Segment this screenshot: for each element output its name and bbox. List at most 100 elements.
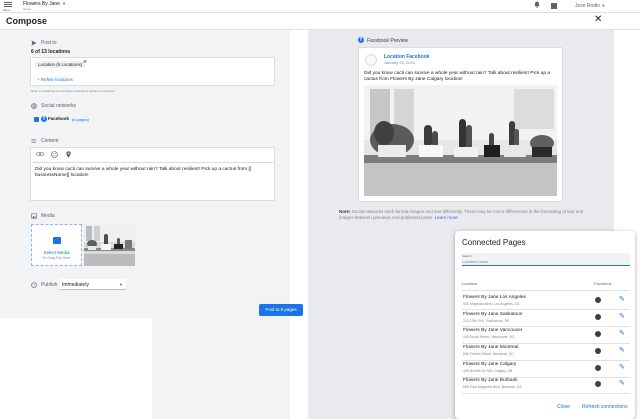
compose-header: Compose ✕ — [0, 13, 640, 30]
page-avatar — [365, 54, 377, 66]
preview-post-date: January 20, 2021 — [384, 60, 415, 65]
facebook-checkbox[interactable] — [34, 117, 39, 130]
row-location-name: Flowers By Jane Montreal — [463, 345, 519, 350]
facebook-status-icon — [595, 314, 601, 320]
menu-label: Menu — [3, 8, 11, 12]
facebook-status-icon — [595, 331, 601, 337]
post-to-label: Post to — [41, 40, 57, 46]
link-icon[interactable] — [36, 151, 44, 159]
row-location-address: 565 East Magnolia Blvd, Burbank, CA — [463, 385, 522, 389]
content-editor[interactable]: Did you know cacti can survive a whole y… — [30, 147, 275, 201]
edit-pencil-icon[interactable]: ✎ — [619, 347, 625, 354]
publish-timing-value: Immediately — [62, 282, 89, 288]
media-label: Media — [41, 213, 55, 219]
row-location-name: Flowers By Jane Los Angeles — [463, 295, 526, 300]
header-divider — [462, 290, 630, 291]
post-button[interactable]: Post to 6 pages — [259, 304, 303, 316]
row-location-address: 425 Norfolk Dr NW, Calgary, AB — [463, 369, 513, 373]
media-thumbnail[interactable] — [84, 224, 135, 266]
bell-icon[interactable] — [534, 1, 540, 10]
refine-locations-link[interactable]: + Refine locations — [37, 77, 73, 82]
facebook-pages-count-link[interactable]: (6 pages) — [72, 117, 89, 122]
facebook-icon: f — [358, 37, 364, 43]
edit-pencil-icon[interactable]: ✎ — [619, 364, 625, 371]
facebook-post-preview: Location Facebook January 20, 2021 Did y… — [358, 47, 563, 202]
media-upload-dropzone[interactable]: Select Media Or Drag File Here — [31, 224, 82, 266]
preview-heading: Facebook Preview — [367, 38, 409, 44]
social-networks-section-label: Social networks — [31, 103, 76, 109]
content-section-label: Content — [31, 138, 59, 144]
edit-pencil-icon[interactable]: ✎ — [619, 380, 625, 387]
facebook-label: Facebook — [48, 116, 70, 121]
row-divider — [462, 326, 630, 327]
location-chip[interactable]: Location (6 Locations) — [35, 61, 86, 68]
edit-pencil-icon[interactable]: ✎ — [619, 296, 625, 303]
account-sub-label: Home — [23, 7, 32, 11]
chevron-down-icon: ▼ — [119, 282, 123, 287]
note-text: Social networks each format images and t… — [339, 209, 584, 220]
chevron-down-icon: ▼ — [601, 3, 606, 8]
facebook-status-icon — [595, 365, 601, 371]
post-to-note: Note: 1 location(s) do not have a Facebo… — [31, 89, 115, 93]
menu-icon-bar — [4, 4, 12, 5]
search-placeholder: Location name — [462, 259, 489, 264]
upload-subtitle: Or Drag File Here — [42, 256, 71, 260]
post-to-section-label: Post to — [31, 40, 57, 46]
location-search-field[interactable]: Search Location name — [462, 253, 630, 266]
edit-pencil-icon[interactable]: ✎ — [619, 330, 625, 337]
menu-icon — [4, 2, 12, 3]
chevron-down-icon: ▼ — [61, 1, 66, 6]
connected-pages-title: Connected Pages — [462, 238, 526, 247]
upload-image-icon — [53, 237, 61, 249]
menu-icon-bar — [4, 6, 12, 7]
row-location-name: Flowers By Jane Burbank — [463, 378, 518, 383]
row-location-address: 836 French Street, Montreal, QC — [463, 352, 514, 356]
preview-post-text: Did you know cacti can survive a whole y… — [364, 71, 551, 82]
facebook-status-icon — [595, 297, 601, 303]
facebook-icon: f — [41, 116, 47, 122]
search-label: Search — [462, 254, 472, 258]
column-header-facebook: Facebook — [594, 281, 612, 286]
text-lines-icon — [31, 139, 37, 143]
user-menu[interactable]: Jose Rodin ▼ — [575, 3, 605, 9]
cactus-photo — [364, 85, 557, 196]
close-button[interactable]: Close — [557, 404, 570, 410]
location-pin-icon[interactable] — [66, 151, 71, 160]
cactus-photo-thumbnail — [84, 224, 135, 266]
row-divider — [462, 309, 630, 310]
row-location-address: 500 Magnolia Blvd, Los Angeles, CA — [463, 302, 520, 306]
emoji-icon[interactable] — [51, 151, 58, 160]
social-networks-label: Social networks — [41, 103, 77, 109]
learn-more-link[interactable]: Learn more — [435, 215, 458, 220]
row-divider — [462, 343, 630, 344]
upload-title: Select Media — [43, 250, 70, 255]
row-location-address: 212 10th St E, Saskatoon, SK — [463, 319, 510, 323]
top-bar: Menu Flowers By Jane ▼ Home Jose Rodin ▼ — [0, 0, 640, 13]
content-text: Did you know cacti can survive a whole y… — [35, 167, 252, 178]
remove-chip-icon[interactable]: × — [83, 59, 87, 66]
facebook-status-icon — [595, 381, 601, 387]
note-bold: Note: — [339, 209, 351, 214]
menu-button[interactable]: Menu — [3, 1, 13, 12]
facebook-status-icon — [595, 348, 601, 354]
refresh-connections-button[interactable]: Refresh connections — [582, 404, 628, 410]
publish-timing-select[interactable]: Immediately ▼ — [60, 279, 126, 290]
send-icon — [31, 40, 37, 46]
globe-icon — [31, 103, 37, 109]
row-divider — [462, 360, 630, 361]
image-icon — [31, 213, 37, 219]
apps-grid-icon[interactable] — [551, 3, 557, 9]
page-title: Compose — [6, 16, 48, 26]
user-name: Jose Rodin — [575, 3, 601, 9]
footer-blank — [0, 318, 152, 419]
divider — [290, 30, 308, 419]
close-icon[interactable]: ✕ — [594, 14, 602, 25]
row-location-name: Flowers By Jane Calgary — [463, 362, 517, 367]
edit-pencil-icon[interactable]: ✎ — [619, 313, 625, 320]
row-location-name: Flowers By Jane Saskatoon — [463, 312, 523, 317]
location-chip-label: Location (6 Locations) — [38, 62, 83, 67]
content-label: Content — [41, 138, 59, 144]
column-header-location: Location — [462, 281, 478, 286]
connected-pages-dialog: Connected Pages Search Location name Loc… — [455, 231, 635, 419]
location-selector[interactable]: Location (6 Locations) × + Refine locati… — [30, 57, 275, 86]
